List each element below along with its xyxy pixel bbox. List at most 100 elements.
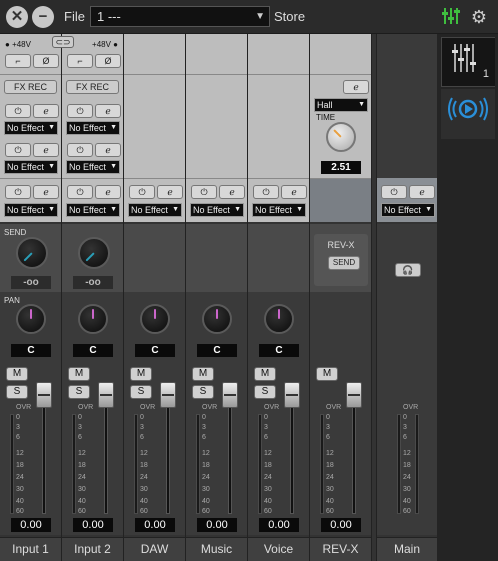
power-icon[interactable]: ⏻ bbox=[129, 185, 155, 199]
reverb-time-knob[interactable] bbox=[326, 122, 356, 152]
hpf-icon[interactable]: ⌐ bbox=[67, 54, 93, 68]
hpf-icon[interactable]: ⌐ bbox=[5, 54, 31, 68]
store-button[interactable]: Store bbox=[274, 9, 305, 24]
solo-button[interactable]: S bbox=[130, 385, 152, 399]
pan-value: C bbox=[135, 344, 175, 357]
effect-select[interactable]: No Effect ▼ bbox=[252, 203, 306, 217]
power-icon[interactable]: ⏻ bbox=[67, 143, 93, 157]
fader-handle[interactable] bbox=[284, 382, 300, 408]
effect-select-2[interactable]: No Effect ▼ bbox=[4, 160, 58, 174]
effect-select[interactable]: No Effect ▼ bbox=[381, 203, 435, 217]
mute-button[interactable]: M bbox=[254, 367, 276, 381]
mute-button[interactable]: M bbox=[6, 367, 28, 381]
channel-strip-main: ⏻ ℯ No Effect ▼ 🎧 OVR 0 3 6 12 18 24 30 40 60 Main bbox=[376, 34, 437, 561]
edit-icon[interactable]: ℯ bbox=[33, 185, 59, 199]
mute-button[interactable]: M bbox=[68, 367, 90, 381]
meter-scale: OVR 0 3 6 12 18 24 30 40 60 bbox=[264, 404, 280, 515]
channel-name: DAW bbox=[124, 537, 185, 561]
solo-button[interactable]: S bbox=[254, 385, 276, 399]
fader-handle[interactable] bbox=[160, 382, 176, 408]
power-icon[interactable]: ⏻ bbox=[5, 143, 31, 157]
edit-icon[interactable]: ℯ bbox=[281, 185, 307, 199]
solo-button[interactable]: S bbox=[192, 385, 214, 399]
close-icon[interactable]: ✕ bbox=[6, 6, 28, 28]
effect-select-3[interactable]: No Effect ▼ bbox=[4, 203, 58, 217]
pan-knob[interactable] bbox=[140, 304, 170, 334]
channel-name: Voice bbox=[248, 537, 309, 561]
solo-button[interactable]: S bbox=[6, 385, 28, 399]
power-icon[interactable]: ⏻ bbox=[5, 185, 31, 199]
pan-knob[interactable] bbox=[16, 304, 46, 334]
pan-value: C bbox=[259, 344, 299, 357]
gear-icon[interactable]: ⚙ bbox=[468, 6, 490, 28]
reverb-type-select[interactable]: Hall ▼ bbox=[314, 98, 368, 112]
pan-knob[interactable] bbox=[78, 304, 108, 334]
link-icon[interactable]: ⊂⊃ bbox=[52, 36, 74, 48]
power-icon[interactable]: ⏻ bbox=[67, 104, 93, 118]
file-label: File bbox=[64, 9, 85, 24]
channel-name: Music bbox=[186, 537, 247, 561]
fx-rec-button[interactable]: FX REC bbox=[66, 80, 119, 94]
effect-select-1[interactable]: No Effect ▼ bbox=[4, 121, 58, 135]
power-icon[interactable]: ⏻ bbox=[67, 185, 93, 199]
channel-strip-revx: ℯ Hall ▼ TIME 2.51 REV-X SEND M OVR 0 3 6 12 1… bbox=[310, 34, 372, 561]
fader-handle[interactable] bbox=[346, 382, 362, 408]
channel-name: Input 1 bbox=[0, 537, 61, 561]
power-icon[interactable]: ⏻ bbox=[381, 185, 407, 199]
effect-select-3[interactable]: No Effect ▼ bbox=[66, 203, 120, 217]
send-value: -oo bbox=[73, 276, 113, 289]
headphones-icon[interactable]: 🎧 bbox=[395, 263, 421, 277]
power-icon[interactable]: ⏻ bbox=[5, 104, 31, 118]
power-icon[interactable]: ⏻ bbox=[191, 185, 217, 199]
fader-handle[interactable] bbox=[36, 382, 52, 408]
fader-handle[interactable] bbox=[98, 382, 114, 408]
power-icon[interactable]: ⏻ bbox=[253, 185, 279, 199]
mute-button[interactable]: M bbox=[130, 367, 152, 381]
gain-value: 0.00 bbox=[259, 518, 299, 532]
mute-button[interactable]: M bbox=[316, 367, 338, 381]
revx-panel: REV-X SEND bbox=[314, 234, 368, 286]
effect-select-1[interactable]: No Effect ▼ bbox=[66, 121, 120, 135]
pan-knob[interactable] bbox=[264, 304, 294, 334]
meter-scale: OVR 0 3 6 12 18 24 30 40 60 bbox=[78, 404, 94, 515]
edit-icon[interactable]: ℯ bbox=[157, 185, 183, 199]
tab-mixer[interactable]: 1 bbox=[441, 37, 495, 87]
mixer-icon[interactable] bbox=[440, 6, 462, 28]
edit-icon[interactable]: ℯ bbox=[95, 143, 121, 157]
phantom-power-label[interactable]: ● +48V bbox=[5, 40, 31, 49]
level-meter-left bbox=[397, 414, 401, 514]
pan-label: PAN bbox=[4, 296, 20, 305]
send-knob[interactable] bbox=[78, 237, 110, 269]
phase-icon[interactable]: Ø bbox=[95, 54, 121, 68]
tab-reverb[interactable] bbox=[441, 89, 495, 139]
pan-knob[interactable] bbox=[202, 304, 232, 334]
edit-icon[interactable]: ℯ bbox=[33, 143, 59, 157]
fx-rec-button[interactable]: FX REC bbox=[4, 80, 57, 94]
level-meter bbox=[10, 414, 14, 514]
fader-handle[interactable] bbox=[222, 382, 238, 408]
phantom-power-label[interactable]: +48V ● bbox=[92, 40, 118, 49]
edit-icon[interactable]: ℯ bbox=[219, 185, 245, 199]
edit-icon[interactable]: ℯ bbox=[409, 185, 435, 199]
reverb-time-value: 2.51 bbox=[321, 161, 361, 174]
edit-icon[interactable]: ℯ bbox=[33, 104, 59, 118]
level-meter bbox=[258, 414, 262, 514]
minimize-icon[interactable]: − bbox=[32, 6, 54, 28]
effect-select-2[interactable]: No Effect ▼ bbox=[66, 160, 120, 174]
channel-strip-voice: ⏻ ℯ No Effect ▼ C M S OVR 0 3 6 12 18 24 30 40 60 … bbox=[248, 34, 310, 561]
meter-scale: OVR 0 3 6 12 18 24 30 40 60 bbox=[16, 404, 32, 515]
file-select[interactable]: 1 --- ▼ bbox=[90, 6, 270, 27]
effect-select[interactable]: No Effect ▼ bbox=[128, 203, 182, 217]
send-label: SEND bbox=[4, 228, 27, 237]
phase-icon[interactable]: Ø bbox=[33, 54, 59, 68]
edit-icon[interactable]: ℯ bbox=[95, 104, 121, 118]
edit-icon[interactable]: ℯ bbox=[343, 80, 369, 94]
solo-button[interactable]: S bbox=[68, 385, 90, 399]
channel-strip-music: ⏻ ℯ No Effect ▼ C M S OVR 0 3 6 12 18 24 30 40 60 … bbox=[186, 34, 248, 561]
revx-send-button[interactable]: SEND bbox=[328, 256, 360, 270]
channel-name: REV-X bbox=[310, 537, 371, 561]
send-knob[interactable] bbox=[16, 237, 48, 269]
mute-button[interactable]: M bbox=[192, 367, 214, 381]
effect-select[interactable]: No Effect ▼ bbox=[190, 203, 244, 217]
edit-icon[interactable]: ℯ bbox=[95, 185, 121, 199]
